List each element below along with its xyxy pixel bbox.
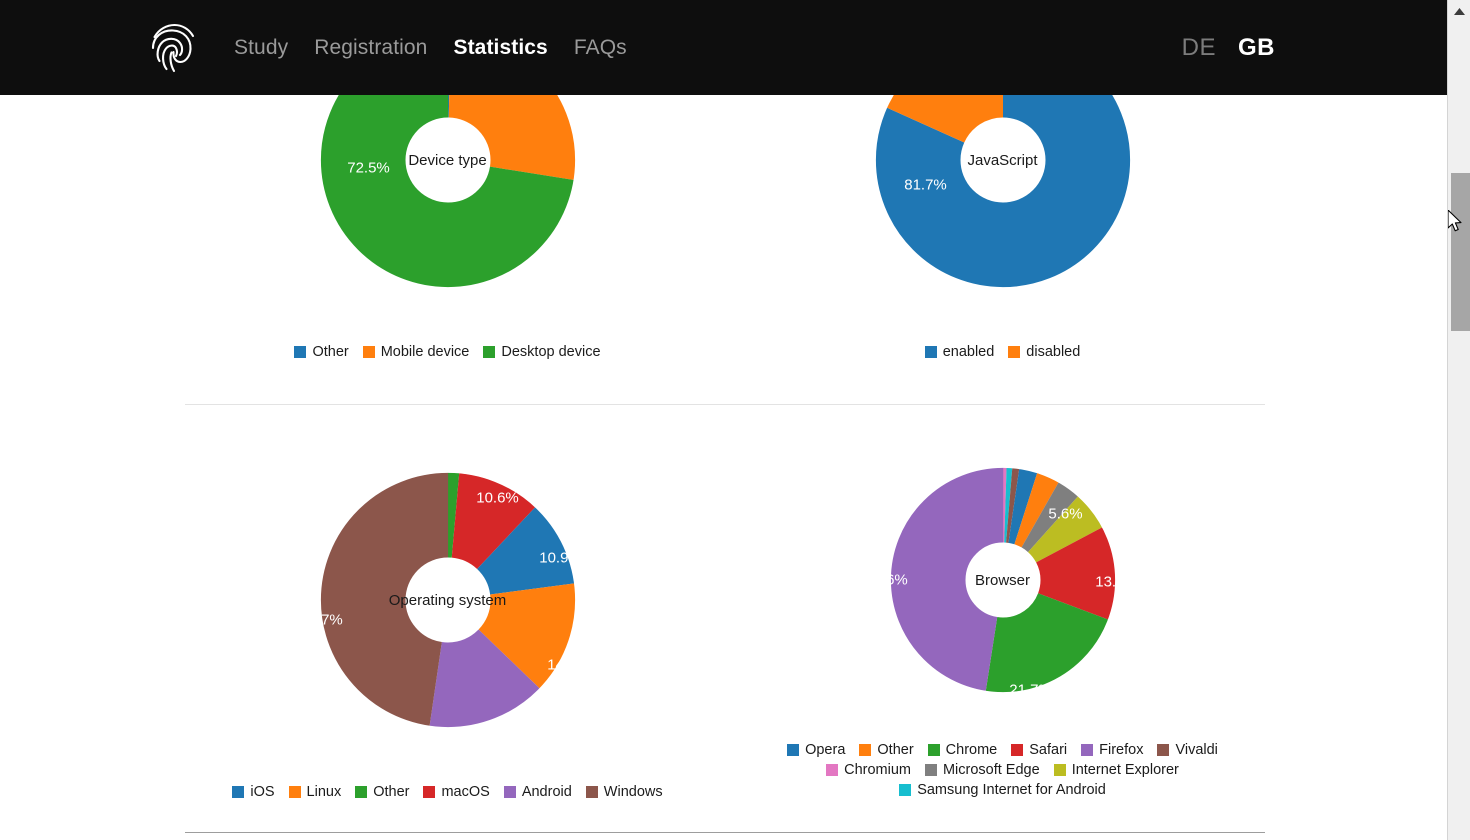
- legend-swatch-safari: [1011, 744, 1024, 756]
- legend-swatch-vivaldi: [1157, 744, 1170, 756]
- legend-swatch-opera: [787, 744, 800, 756]
- legend-item-other[interactable]: Other: [294, 344, 349, 360]
- legend-label-other: Other: [877, 742, 914, 758]
- nav-link-registration[interactable]: Registration: [314, 36, 427, 60]
- top-navigation-bar: Study Registration Statistics FAQs DE GB: [0, 0, 1447, 95]
- legend-swatch-linux: [288, 786, 301, 798]
- legend-label-other: Other: [312, 344, 349, 360]
- legend-item-ios[interactable]: iOS: [232, 784, 275, 800]
- legend-item-vivaldi[interactable]: Vivaldi: [1157, 742, 1218, 758]
- legend-item-firefox[interactable]: Firefox: [1081, 742, 1143, 758]
- legend-label-chromium: Chromium: [844, 762, 911, 778]
- legend-label-disabled: disabled: [1026, 344, 1081, 360]
- legend-swatch-other: [294, 346, 307, 358]
- legend-item-other[interactable]: Other: [355, 784, 409, 800]
- scrollbar-thumb[interactable]: [1451, 173, 1470, 331]
- donut-outer-gap: [318, 471, 577, 729]
- legend-label-chrome: Chrome: [945, 742, 998, 758]
- nav-link-study[interactable]: Study: [234, 36, 288, 60]
- legend-swatch-macos: [423, 786, 436, 798]
- legend-label-mobile-device: Mobile device: [380, 344, 470, 360]
- language-option-de[interactable]: DE: [1182, 34, 1216, 62]
- legend-label-macos: macOS: [441, 784, 490, 800]
- nav-link-statistics[interactable]: Statistics: [453, 36, 547, 60]
- legend-item-microsoft-edge[interactable]: Microsoft Edge: [924, 762, 1040, 778]
- legend-item-opera[interactable]: Opera: [787, 742, 845, 758]
- nav-link-faqs[interactable]: FAQs: [574, 36, 627, 60]
- legend-device-type: Other Mobile device Desktop device: [185, 344, 710, 360]
- language-option-gb[interactable]: GB: [1238, 34, 1275, 62]
- legend-label-internet-explorer: Internet Explorer: [1071, 762, 1179, 778]
- page-viewport: Study Registration Statistics FAQs DE GB: [0, 0, 1470, 840]
- legend-swatch-android: [503, 786, 516, 798]
- donut-operating-system[interactable]: Operating system 10.6% 10.9% 14.3% 15.1%…: [278, 430, 618, 770]
- statistics-content: Device type 72.5% Other Mobile device De…: [0, 31, 1447, 840]
- legend-label-enabled: enabled: [942, 344, 995, 360]
- legend-swatch-internet-explorer: [1053, 764, 1066, 776]
- row-divider: [185, 404, 1265, 405]
- legend-swatch-other: [355, 786, 368, 798]
- chevron-up-icon: [1453, 7, 1465, 15]
- legend-item-internet-explorer[interactable]: Internet Explorer: [1053, 762, 1179, 778]
- scroll-up-arrow-icon[interactable]: [1448, 0, 1470, 22]
- legend-label-firefox: Firefox: [1099, 742, 1144, 758]
- legend-item-macos[interactable]: macOS: [423, 784, 490, 800]
- donut-browser[interactable]: Browser 5.6% 13.5% 21.7% 47.6%: [853, 430, 1153, 730]
- legend-item-safari[interactable]: Safari: [1011, 742, 1067, 758]
- legend-item-desktop-device[interactable]: Desktop device: [483, 344, 601, 360]
- legend-item-other[interactable]: Other: [859, 742, 914, 758]
- legend-label-samsung-internet: Samsung Internet for Android: [917, 782, 1106, 798]
- chart-operating-system: Operating system 10.6% 10.9% 14.3% 15.1%…: [185, 430, 710, 800]
- legend-item-disabled[interactable]: disabled: [1008, 344, 1080, 360]
- legend-label-safari: Safari: [1029, 742, 1068, 758]
- legend-swatch-firefox: [1081, 744, 1094, 756]
- legend-swatch-chromium: [826, 764, 839, 776]
- donut-outer-gap: [888, 466, 1117, 694]
- legend-label-opera: Opera: [805, 742, 846, 758]
- legend-label-microsoft-edge: Microsoft Edge: [942, 762, 1040, 778]
- legend-swatch-other: [859, 744, 872, 756]
- language-switcher: DE GB: [1182, 34, 1275, 62]
- legend-label-android: Android: [521, 784, 572, 800]
- donut-svg-browser: [888, 466, 1117, 694]
- legend-label-vivaldi: Vivaldi: [1175, 742, 1218, 758]
- legend-swatch-desktop-device: [483, 346, 496, 358]
- legend-javascript: enabled disabled: [740, 344, 1265, 360]
- legend-item-enabled[interactable]: enabled: [924, 344, 995, 360]
- legend-swatch-samsung-internet: [899, 784, 912, 796]
- legend-operating-system: iOS Linux Other macOS Android Windows: [185, 784, 710, 800]
- legend-swatch-ios: [232, 786, 245, 798]
- legend-label-other: Other: [373, 784, 410, 800]
- legend-swatch-mobile-device: [362, 346, 375, 358]
- legend-item-samsung-internet[interactable]: Samsung Internet for Android: [768, 782, 1238, 798]
- legend-item-chromium[interactable]: Chromium: [826, 762, 911, 778]
- legend-swatch-disabled: [1008, 346, 1021, 358]
- donut-svg-operating-system: [318, 471, 577, 729]
- legend-label-linux: Linux: [306, 784, 342, 800]
- legend-item-chrome[interactable]: Chrome: [927, 742, 998, 758]
- legend-label-ios: iOS: [250, 784, 275, 800]
- fingerprint-icon[interactable]: [148, 20, 200, 76]
- legend-label-desktop-device: Desktop device: [501, 344, 601, 360]
- legend-swatch-chrome: [927, 744, 940, 756]
- legend-label-windows: Windows: [603, 784, 663, 800]
- legend-swatch-windows: [585, 786, 598, 798]
- legend-item-mobile-device[interactable]: Mobile device: [362, 344, 470, 360]
- vertical-scrollbar[interactable]: [1447, 0, 1470, 840]
- legend-item-windows[interactable]: Windows: [585, 784, 663, 800]
- bottom-divider: [185, 832, 1265, 833]
- legend-browser: Opera Other Chrome Safari Firefox Vivald…: [768, 742, 1238, 798]
- nav-links: Study Registration Statistics FAQs: [234, 36, 627, 60]
- legend-item-android[interactable]: Android: [503, 784, 572, 800]
- legend-swatch-microsoft-edge: [924, 764, 937, 776]
- legend-item-linux[interactable]: Linux: [288, 784, 342, 800]
- legend-swatch-enabled: [924, 346, 937, 358]
- chart-browser: Browser 5.6% 13.5% 21.7% 47.6% Opera Oth…: [740, 430, 1265, 798]
